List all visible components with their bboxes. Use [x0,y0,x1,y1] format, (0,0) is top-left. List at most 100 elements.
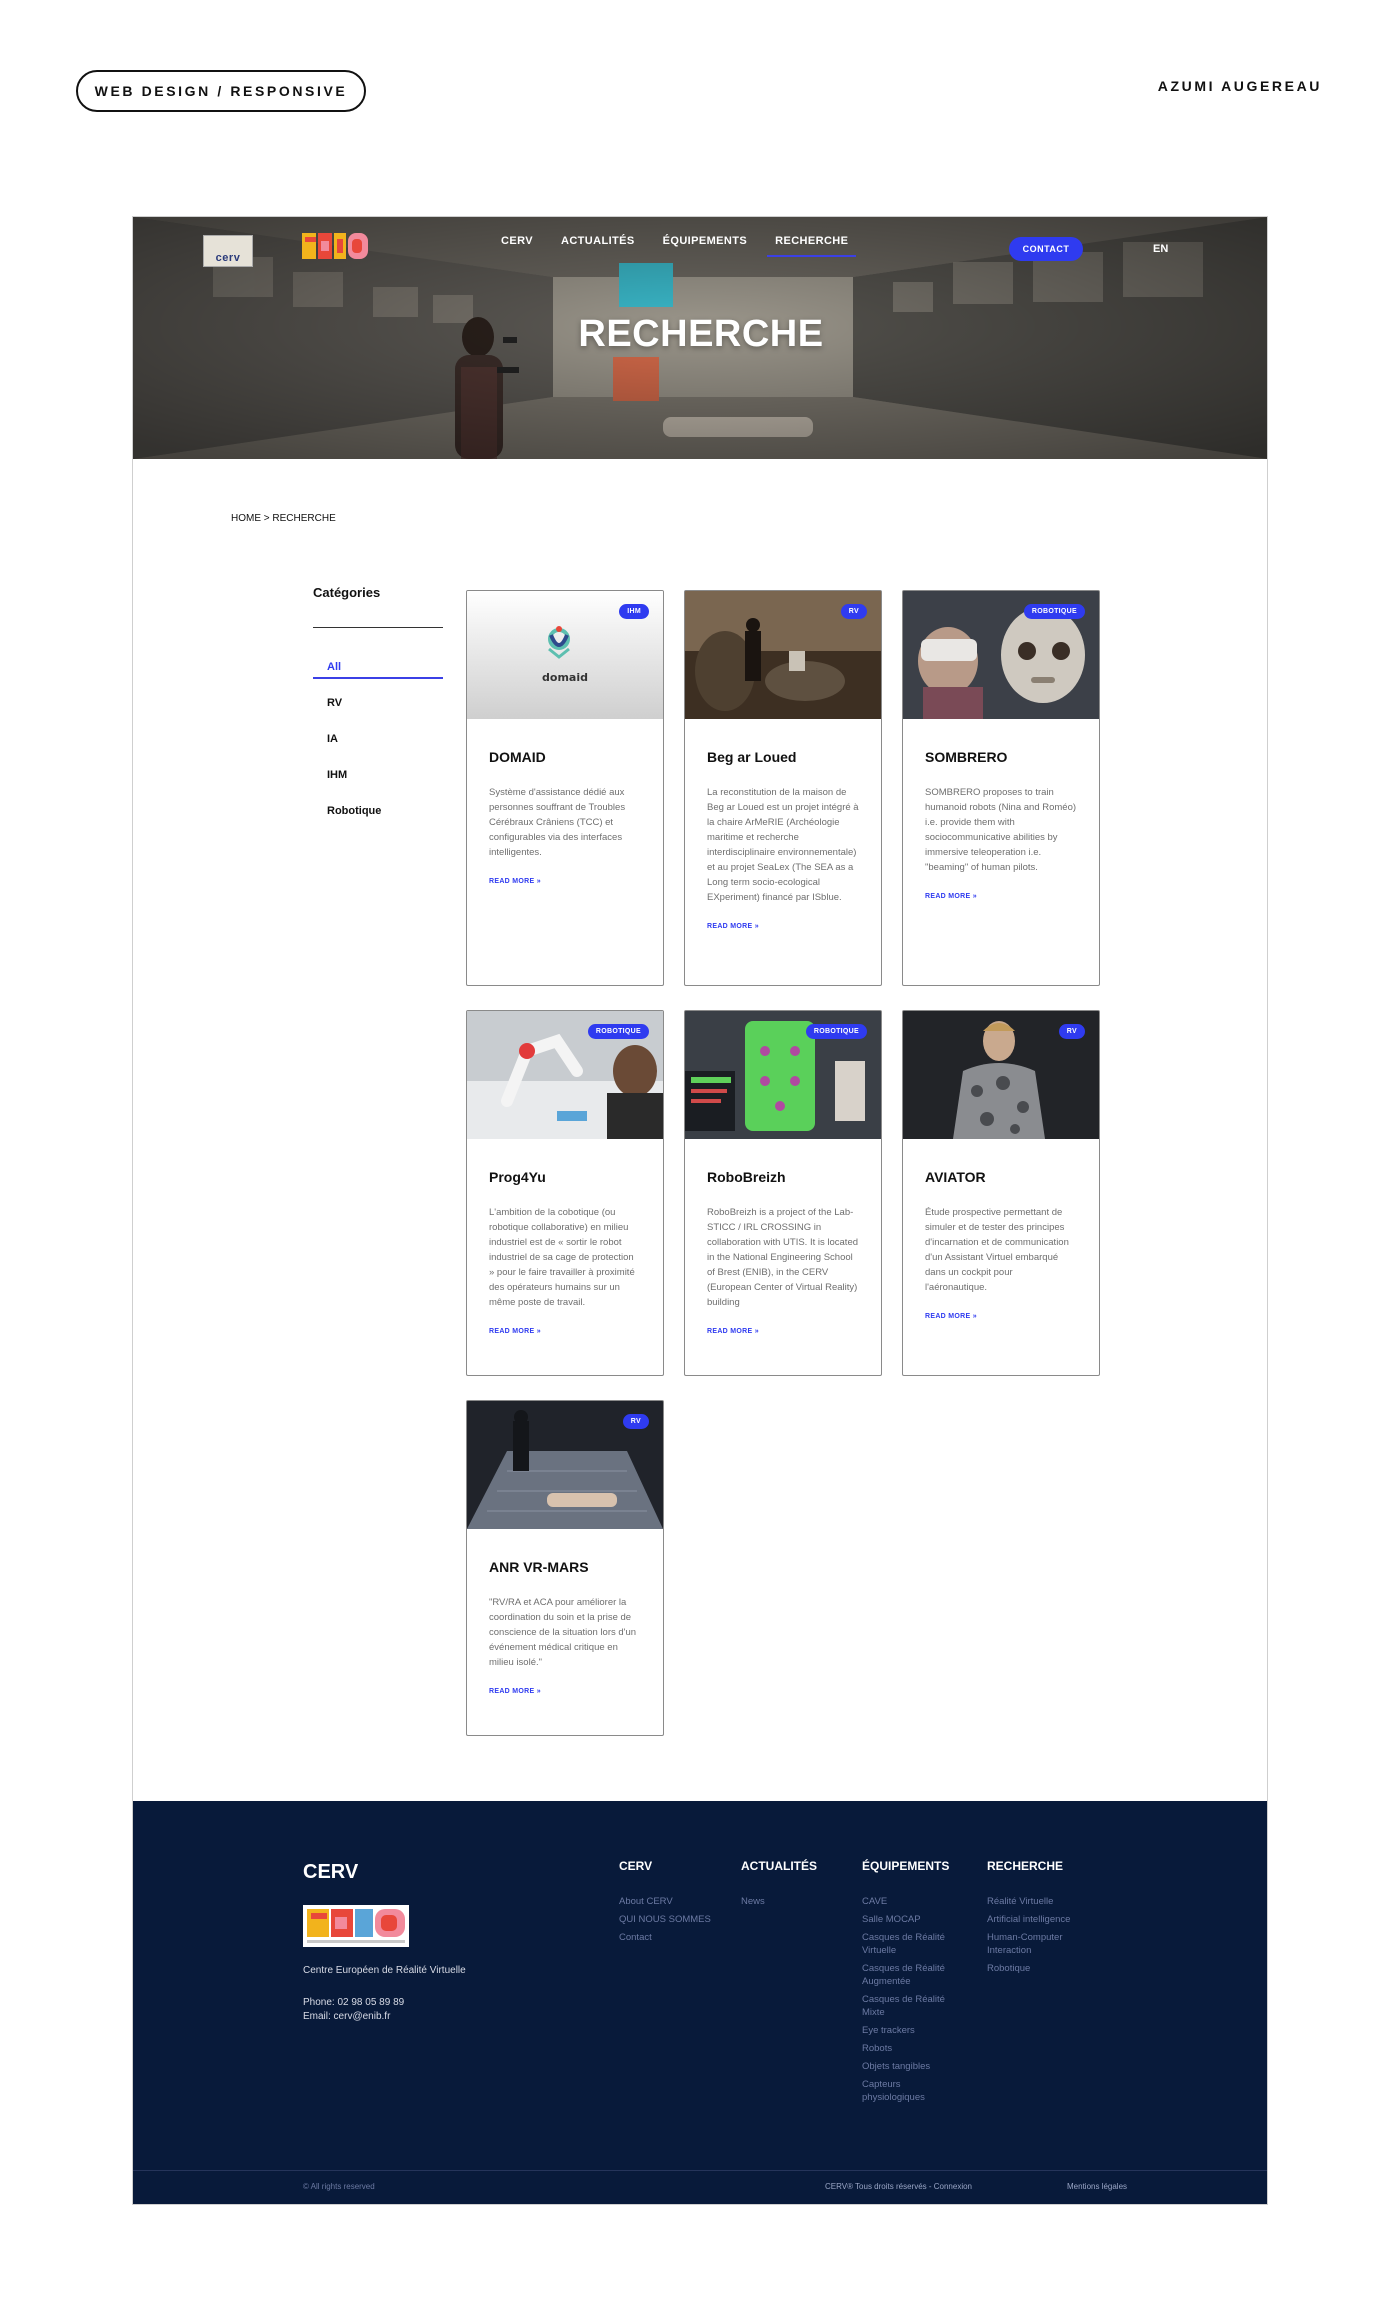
footer-link[interactable]: CAVE [862,1895,962,1908]
card-title: DOMAID [489,749,546,765]
card-description: Étude prospective permettant de simuler … [925,1207,1069,1293]
project-card-aviator[interactable]: RV AVIATOR Étude prospective permettant … [902,1010,1100,1376]
page-title: RECHERCHE [578,313,824,355]
card-image: RV [903,1011,1099,1139]
footer-link[interactable]: QUI NOUS SOMMES [619,1913,729,1926]
presentation-pill: WEB DESIGN / RESPONSIVE [76,70,366,112]
card-title: RoboBreizh [707,1169,786,1185]
nav-actualites[interactable]: ACTUALITÉS [561,235,635,257]
footer-link[interactable]: Réalité Virtuelle [987,1895,1091,1908]
card-title: SOMBRERO [925,749,1008,765]
project-card-sombrero[interactable]: ROBOTIQUE SOMBRERO SOMBRERO proposes to … [902,590,1100,986]
category-ihm[interactable]: IHM [313,767,443,803]
footer-col-cerv: CERV About CERV QUI NOUS SOMMES Contact [619,1859,729,1949]
read-more-link[interactable]: READ MORE » [925,1313,1077,1320]
card-title: Beg ar Loued [707,749,797,765]
footer-copyright: © All rights reserved [303,2182,375,2191]
card-description: SOMBRERO proposes to train humanoid robo… [925,787,1077,873]
read-more-link[interactable]: READ MORE » [489,1688,641,1695]
category-ia[interactable]: IA [313,731,443,767]
card-description: L'ambition de la cobotique (ou robotique… [489,1207,635,1308]
footer-link[interactable]: Capteurs physiologiques [862,2078,962,2104]
footer-link[interactable]: Casques de Réalité Virtuelle [862,1931,962,1957]
presentation-author: AZUMI AUGEREAU [1157,78,1322,94]
card-image: RV [467,1401,663,1529]
footer-legal-link[interactable]: Mentions légales [1067,2182,1127,2191]
card-description: "RV/RA et ACA pour améliorer la coordina… [489,1597,637,1668]
domaid-logo-text: domaid [542,671,588,684]
footer-enib-logo[interactable] [303,1905,409,1947]
read-more-link[interactable]: READ MORE » [707,1328,859,1335]
categories-title: Catégories [313,585,381,600]
project-card-beg-ar-loued[interactable]: RV Beg ar Loued La reconstitution de la … [684,590,882,986]
footer-link[interactable]: Casques de Réalité Mixte [862,1993,962,2019]
language-switch[interactable]: EN [1153,243,1168,255]
contact-button[interactable]: CONTACT [1009,237,1083,261]
card-badge: ROBOTIQUE [1023,604,1085,619]
enib-logo[interactable] [302,233,368,259]
breadcrumb[interactable]: HOME > RECHERCHE [231,513,336,524]
card-badge: RV [1058,1024,1085,1039]
footer-link[interactable]: Robots [862,2042,962,2055]
project-card-domaid[interactable]: domaid IHM DOMAID Système d'assistance d… [466,590,664,986]
nav-equipements[interactable]: ÉQUIPEMENTS [663,235,747,257]
nav-cerv[interactable]: CERV [501,235,533,257]
card-description: La reconstitution de la maison de Beg ar… [707,787,859,903]
category-robotique[interactable]: Robotique [313,803,443,839]
footer-phone[interactable]: Phone: 02 98 05 89 89 [303,1997,404,2008]
card-title: Prog4Yu [489,1169,546,1185]
footer-col-recherche: RECHERCHE Réalité Virtuelle Artificial i… [987,1859,1091,1980]
website-frame: cerv CERV ACTUALITÉS ÉQUIPEMENTS RECHERC… [132,216,1268,2205]
card-badge: RV [840,604,867,619]
footer-col-title: ACTUALITÉS [741,1859,817,1873]
footer-link[interactable]: Eye trackers [862,2024,962,2037]
card-image: ROBOTIQUE [903,591,1099,719]
footer-tagline: Centre Européen de Réalité Virtuelle [303,1965,466,1976]
card-title: AVIATOR [925,1169,986,1185]
card-badge: RV [622,1414,649,1429]
footer-link[interactable]: Casques de Réalité Augmentée [862,1962,962,1988]
footer-link[interactable]: Artificial intelligence [987,1913,1091,1926]
card-image: ROBOTIQUE [685,1011,881,1139]
footer-col-title: CERV [619,1859,653,1873]
footer-col-title: ÉQUIPEMENTS [862,1859,950,1873]
cerv-logo[interactable]: cerv [203,235,253,267]
categories-divider [313,627,443,628]
category-list: All RV IA IHM Robotique [313,659,443,839]
project-card-robobreizh[interactable]: ROBOTIQUE RoboBreizh RoboBreizh is a pro… [684,1010,882,1376]
footer-col-actualites: ACTUALITÉS News [741,1859,851,1913]
card-image: ROBOTIQUE [467,1011,663,1139]
footer-link[interactable]: News [741,1895,851,1908]
project-card-prog4yu[interactable]: ROBOTIQUE Prog4Yu L'ambition de la cobot… [466,1010,664,1376]
cerv-logo-text: cerv [215,252,241,264]
footer-divider [133,2170,1267,2171]
footer-email[interactable]: Email: cerv@enib.fr [303,2011,390,2022]
footer-link[interactable]: Objets tangibles [862,2060,962,2073]
footer-brand: CERV [303,1861,359,1883]
footer-link[interactable]: Human-Computer Interaction [987,1931,1091,1957]
card-image: RV [685,591,881,719]
card-badge: ROBOTIQUE [587,1024,649,1039]
footer-link[interactable]: About CERV [619,1895,729,1908]
card-badge: IHM [619,604,649,619]
read-more-link[interactable]: READ MORE » [489,1328,641,1335]
footer-rights-line[interactable]: CERV® Tous droits réservés - Connexion [825,2182,972,2191]
read-more-link[interactable]: READ MORE » [489,878,641,885]
card-description: RoboBreizh is a project of the Lab-STICC… [707,1207,859,1308]
hero-banner: cerv CERV ACTUALITÉS ÉQUIPEMENTS RECHERC… [133,217,1267,459]
project-card-anr-vr-mars[interactable]: RV ANR VR-MARS "RV/RA et ACA pour amélio… [466,1400,664,1736]
card-title: ANR VR-MARS [489,1559,589,1575]
category-all[interactable]: All [313,659,443,679]
footer-link[interactable]: Salle MOCAP [862,1913,962,1926]
main-nav: CERV ACTUALITÉS ÉQUIPEMENTS RECHERCHE [501,235,857,257]
footer-col-equipements: ÉQUIPEMENTS CAVE Salle MOCAP Casques de … [862,1859,962,2109]
read-more-link[interactable]: READ MORE » [925,893,1077,900]
footer-col-title: RECHERCHE [987,1859,1064,1873]
category-rv[interactable]: RV [313,695,443,731]
read-more-link[interactable]: READ MORE » [707,923,859,930]
footer-link[interactable]: Robotique [987,1962,1091,1975]
nav-recherche[interactable]: RECHERCHE [767,235,857,257]
footer-link[interactable]: Contact [619,1931,729,1944]
card-description: Système d'assistance dédié aux personnes… [489,787,626,858]
card-badge: ROBOTIQUE [805,1024,867,1039]
